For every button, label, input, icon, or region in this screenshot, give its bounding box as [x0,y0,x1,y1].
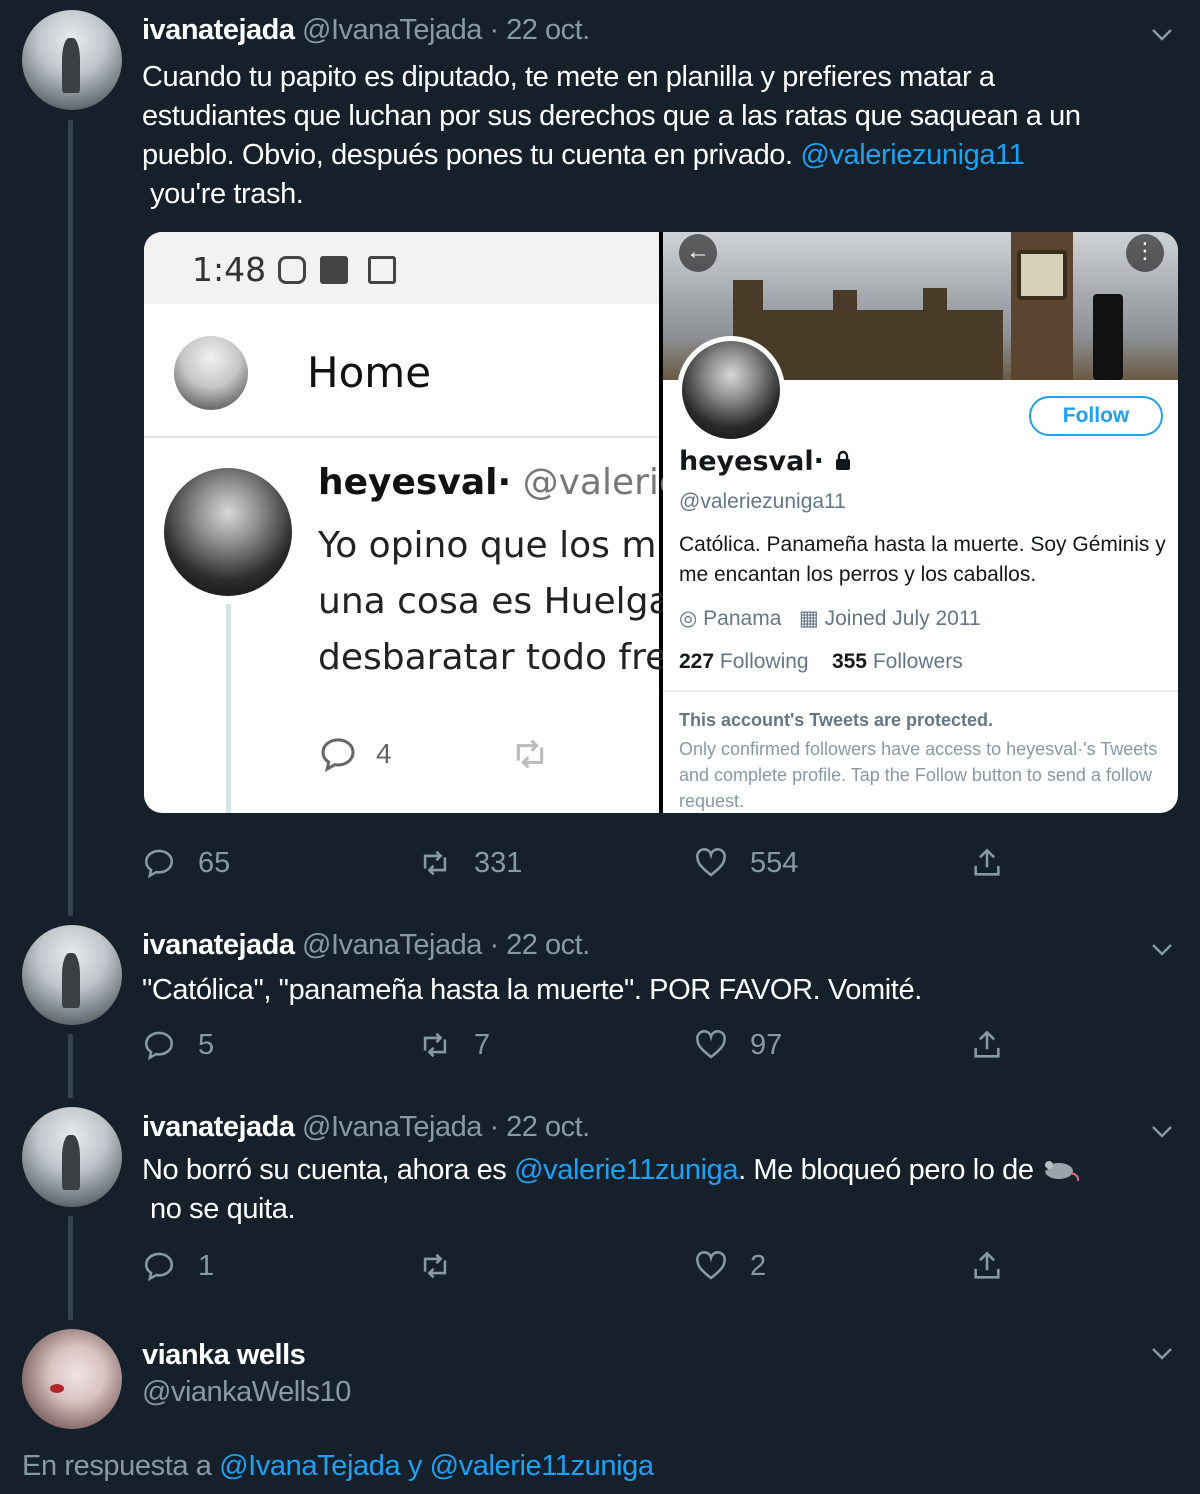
reply-icon [144,1252,174,1282]
tweet[interactable]: ivanatejada @IvanaTejada · 22 oct. Cuand… [0,0,1200,915]
user-name[interactable]: ivanatejada [142,929,295,961]
location-icon: ◎ [679,607,698,630]
embedded-screenshot-profile: ← ⋮ Follow heyesval· @valeriezuniga11 Ca… [663,232,1178,813]
share-icon [974,848,1000,876]
reply-button[interactable]: 65 [142,846,230,880]
reply-icon [144,849,174,879]
retweet-button[interactable] [418,1249,474,1283]
profile-handle: @valeriezuniga11 [679,490,846,513]
heart-icon [696,1030,726,1059]
share-icon [974,1251,1000,1279]
heart-icon [696,1251,726,1280]
image-icon [368,256,396,284]
like-button[interactable]: 554 [694,846,798,880]
retweet-button[interactable]: 331 [418,846,522,880]
user-handle[interactable]: @viankaWells10 [142,1376,351,1409]
retweet-icon [423,850,447,876]
voicemail-icon [320,256,348,284]
rat-emoji-icon [1044,1161,1080,1182]
like-button[interactable]: 97 [694,1028,782,1062]
mention-link[interactable]: @IvanaTejada [219,1450,400,1482]
embedded-tweet-text: Yo opino que los m una cosa es Huelga de… [318,525,671,678]
retweet-icon [423,1253,447,1279]
home-title: Home [307,348,432,397]
tweet-header: ivanatejada @IvanaTejada · 22 oct. [142,1111,590,1144]
share-button[interactable] [970,846,1026,880]
user-name[interactable]: ivanatejada [142,1111,295,1143]
user-handle-date[interactable]: @IvanaTejada · 22 oct. [302,14,590,46]
mention-link[interactable]: @valerie11zuniga [430,1450,654,1482]
avatar [164,468,292,596]
embedded-reply-count: 4 [318,734,392,774]
home-header: Home [144,304,659,438]
embedded-retweet [510,734,568,774]
like-button[interactable]: 2 [694,1249,766,1283]
profile-counts: 227 Following 355 Followers [679,650,963,673]
tweet[interactable]: vianka wells @viankaWells10 [0,1317,1200,1447]
calendar-icon: ▦ [798,607,819,630]
tweet-media-image[interactable]: 1:48 Home heyesval· @valerie Yo opino qu… [144,232,1178,813]
follow-button: Follow [1029,396,1163,436]
embedded-screenshot-home: 1:48 Home heyesval· @valerie Yo opino qu… [144,232,681,813]
user-handle-date[interactable]: @IvanaTejada · 22 oct. [302,1111,590,1143]
avatar[interactable] [22,1329,122,1429]
reply-icon [144,1031,174,1061]
tweet[interactable]: ivanatejada @IvanaTejada · 22 oct. No bo… [0,1097,1200,1317]
tweet-text: Cuando tu papito es diputado, te mete en… [142,61,1081,210]
tweet-header: ivanatejada @IvanaTejada · 22 oct. [142,14,590,47]
share-button[interactable] [970,1028,1026,1062]
chevron-down-icon[interactable] [1150,22,1174,46]
tweet-header: vianka wells @viankaWells10 [142,1339,351,1409]
tweet-header: ivanatejada @IvanaTejada · 22 oct. [142,929,590,962]
avatar[interactable] [22,10,122,110]
more-icon: ⋮ [1126,234,1164,272]
tweet[interactable]: ivanatejada @IvanaTejada · 22 oct. "Cató… [0,915,1200,1097]
user-handle-date[interactable]: @IvanaTejada · 22 oct. [302,929,590,961]
phone-status-bar: 1:48 [144,232,659,304]
tweet-actions: 65 331 554 [142,846,1022,886]
tweet-actions: 5 7 97 [142,1028,1022,1068]
back-arrow-icon: ← [679,234,717,272]
user-name[interactable]: ivanatejada [142,14,295,46]
profile-name: heyesval· [679,446,853,477]
profile-bio: Católica. Panameña hasta la muerte. Soy … [679,533,1166,586]
chevron-down-icon[interactable] [1150,1119,1174,1143]
reply-button[interactable]: 1 [142,1249,214,1283]
tweet-actions: 1 2 [142,1249,1022,1289]
embedded-tweet-header: heyesval· @valerie [318,462,682,503]
mention-link[interactable]: @valeriezuniga11 [800,139,1024,171]
user-name[interactable]: vianka wells [142,1339,351,1372]
share-icon [974,1030,1000,1058]
avatar [174,336,248,410]
reply-button[interactable]: 5 [142,1028,214,1062]
status-time: 1:48 [192,250,267,289]
chevron-down-icon[interactable] [1150,937,1174,961]
retweet-icon [423,1032,447,1058]
lock-icon [836,450,851,470]
avatar[interactable] [22,925,122,1025]
avatar[interactable] [22,1107,122,1207]
share-button[interactable] [970,1249,1026,1283]
instagram-icon [278,256,306,284]
profile-meta: ◎ Panama ▦ Joined July 2011 [679,607,981,630]
tweet-text: No borró su cuenta, ahora es @valerie11z… [142,1151,1081,1229]
chevron-down-icon[interactable] [1150,1341,1174,1365]
reply-context: En respuesta a @IvanaTejada y @valerie11… [22,1450,654,1482]
retweet-icon [516,739,544,769]
thread-line [226,604,231,813]
heart-icon [696,848,726,877]
tweet-text: "Católica", "panameña hasta la muerte". … [142,974,922,1006]
reply-icon [321,738,355,772]
avatar [677,336,785,444]
retweet-button[interactable]: 7 [418,1028,490,1062]
protected-text: Only confirmed followers have access to … [679,739,1158,811]
mention-link[interactable]: @valerie11zuniga [514,1154,738,1186]
protected-title: This account's Tweets are protected. [679,710,994,730]
